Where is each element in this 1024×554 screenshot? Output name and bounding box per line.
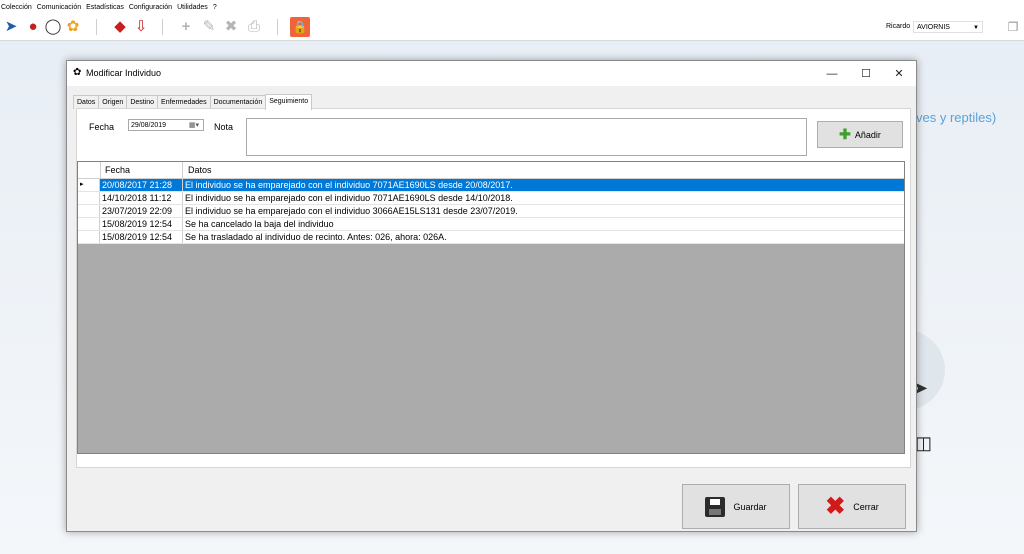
row-datos: Se ha trasladado al individuo de recinto… xyxy=(185,232,447,242)
menu-coleccion[interactable]: Colección xyxy=(0,4,37,11)
close-window-button[interactable]: ✕ xyxy=(882,61,916,86)
bird-red-icon[interactable]: ● xyxy=(24,18,42,36)
plus-icon: ✚ xyxy=(839,126,851,142)
tab-documentacion[interactable]: Documentación xyxy=(209,95,267,109)
add-icon[interactable]: + xyxy=(177,18,195,36)
tab-enfermedades[interactable]: Enfermedades xyxy=(157,95,211,109)
nota-label: Nota xyxy=(214,122,234,132)
cell-divider xyxy=(182,192,183,204)
grid-rows: ▸ 20/08/2017 21:28 El individuo se ha em… xyxy=(78,179,904,244)
chevron-down-icon: ▼ xyxy=(973,25,979,31)
row-selector-arrow-icon: ▸ xyxy=(78,179,100,191)
grid-column-divider xyxy=(100,162,101,178)
nota-textarea[interactable] xyxy=(246,118,807,156)
save-button[interactable]: Guardar xyxy=(682,484,790,529)
table-row[interactable]: 23/07/2019 22:09 El individuo se ha empa… xyxy=(78,205,904,218)
egg-icon[interactable]: ◯ xyxy=(44,18,62,36)
edit-icon[interactable]: ✎ xyxy=(200,18,218,36)
dialog-title: Modificar Individuo xyxy=(86,68,162,78)
row-fecha: 20/08/2017 21:28 xyxy=(102,180,173,190)
row-fecha: 15/08/2019 12:54 xyxy=(102,232,173,242)
row-datos: Se ha cancelado la baja del individuo xyxy=(185,219,334,229)
birds-pair-icon[interactable]: ◆ xyxy=(111,18,129,36)
row-header xyxy=(78,192,100,204)
menu-help[interactable]: ? xyxy=(213,4,222,11)
cell-divider xyxy=(182,205,183,217)
minimize-button[interactable]: — xyxy=(815,61,849,86)
save-button-label: Guardar xyxy=(733,501,767,512)
add-button-label: Añadir xyxy=(854,129,881,140)
tab-seguimiento[interactable]: Seguimiento xyxy=(265,94,313,110)
collection-select-value: AVIORNIS xyxy=(917,24,950,31)
user-label: Ricardo xyxy=(886,23,911,30)
grid-header: Fecha Datos xyxy=(78,162,904,179)
row-fecha: 15/08/2019 12:54 xyxy=(102,219,173,229)
add-button[interactable]: ✚ Añadir xyxy=(817,121,903,148)
bird-download-icon[interactable]: ⇩ xyxy=(132,18,150,36)
row-datos: El individuo se ha emparejado con el ind… xyxy=(185,193,513,203)
seguimiento-grid: Fecha Datos ▸ 20/08/2017 21:28 El indivi… xyxy=(77,161,905,454)
menu-estadisticas[interactable]: Estadísticas xyxy=(86,4,129,11)
table-row[interactable]: 15/08/2019 12:54 Se ha trasladado al ind… xyxy=(78,231,904,244)
seguimiento-panel: Fecha 29/08/2019 ▦▾ Nota ✚ Añadir Fecha … xyxy=(76,108,911,468)
bird-blue-icon[interactable]: ➤ xyxy=(2,18,20,36)
cancel-button-label: Cerrar xyxy=(853,501,879,512)
lock-icon[interactable]: 🔒 xyxy=(290,17,310,37)
red-x-icon: ✖ xyxy=(825,492,846,520)
maximize-button[interactable]: ☐ xyxy=(849,61,883,86)
row-datos: El individuo se ha emparejado con el ind… xyxy=(185,180,513,190)
modificar-individuo-dialog: ✿ Modificar Individuo — ☐ ✕ Datos Origen… xyxy=(66,60,917,532)
print-icon[interactable]: ⎙ xyxy=(245,18,263,36)
row-header xyxy=(78,231,100,243)
collection-select[interactable]: AVIORNIS ▼ xyxy=(913,21,983,33)
group-icon[interactable]: ✿ xyxy=(64,18,82,36)
toolbar-separator xyxy=(277,19,278,35)
cell-divider xyxy=(182,231,183,243)
row-fecha: 23/07/2019 22:09 xyxy=(102,206,173,216)
delete-icon[interactable]: ✖ xyxy=(222,18,240,36)
toolbar-separator xyxy=(162,19,163,35)
row-fecha: 14/10/2018 11:12 xyxy=(102,193,172,203)
row-header xyxy=(78,218,100,230)
menu-bar: Colección Comunicación Estadísticas Conf… xyxy=(0,0,1024,14)
toolbar: ➤ ● ◯ ✿ ◆ ⇩ + ✎ ✖ ⎙ 🔒 Ricardo AVIORNIS ▼… xyxy=(0,14,1024,41)
table-row[interactable]: ▸ 20/08/2017 21:28 El individuo se ha em… xyxy=(78,179,904,192)
grid-column-divider xyxy=(182,162,183,178)
cancel-button[interactable]: ✖ Cerrar xyxy=(798,484,906,529)
menu-comunicacion[interactable]: Comunicación xyxy=(37,4,86,11)
floppy-disk-icon xyxy=(705,496,726,517)
windows-icon[interactable]: ❐ xyxy=(1004,18,1022,36)
column-header-datos[interactable]: Datos xyxy=(188,165,212,175)
column-header-fecha[interactable]: Fecha xyxy=(105,165,130,175)
bird-app-icon: ✿ xyxy=(73,67,82,78)
tab-origen[interactable]: Origen xyxy=(98,95,128,109)
fecha-label: Fecha xyxy=(89,122,115,132)
dialog-titlebar: ✿ Modificar Individuo — ☐ ✕ xyxy=(67,61,916,86)
fecha-value: 29/08/2019 xyxy=(131,122,167,129)
background-partial-text: ves y reptiles) xyxy=(916,110,997,125)
menu-configuracion[interactable]: Configuración xyxy=(129,4,177,11)
row-header xyxy=(78,205,100,217)
row-datos: El individuo se ha emparejado con el ind… xyxy=(185,206,518,216)
toolbar-separator xyxy=(96,19,97,35)
cell-divider xyxy=(182,218,183,230)
fecha-date-picker[interactable]: 29/08/2019 ▦▾ xyxy=(128,119,204,131)
calendar-dropdown-icon[interactable]: ▦▾ xyxy=(186,121,202,130)
cell-divider xyxy=(182,179,183,191)
clipboard-icon: ◫ xyxy=(915,433,933,453)
menu-utilidades[interactable]: Utilidades xyxy=(177,4,213,11)
tab-destino[interactable]: Destino xyxy=(126,95,159,109)
table-row[interactable]: 15/08/2019 12:54 Se ha cancelado la baja… xyxy=(78,218,904,231)
table-row[interactable]: 14/10/2018 11:12 El individuo se ha empa… xyxy=(78,192,904,205)
tab-datos[interactable]: Datos xyxy=(73,95,100,109)
tab-strip: Datos Origen Destino Enfermedades Docume… xyxy=(73,94,313,110)
